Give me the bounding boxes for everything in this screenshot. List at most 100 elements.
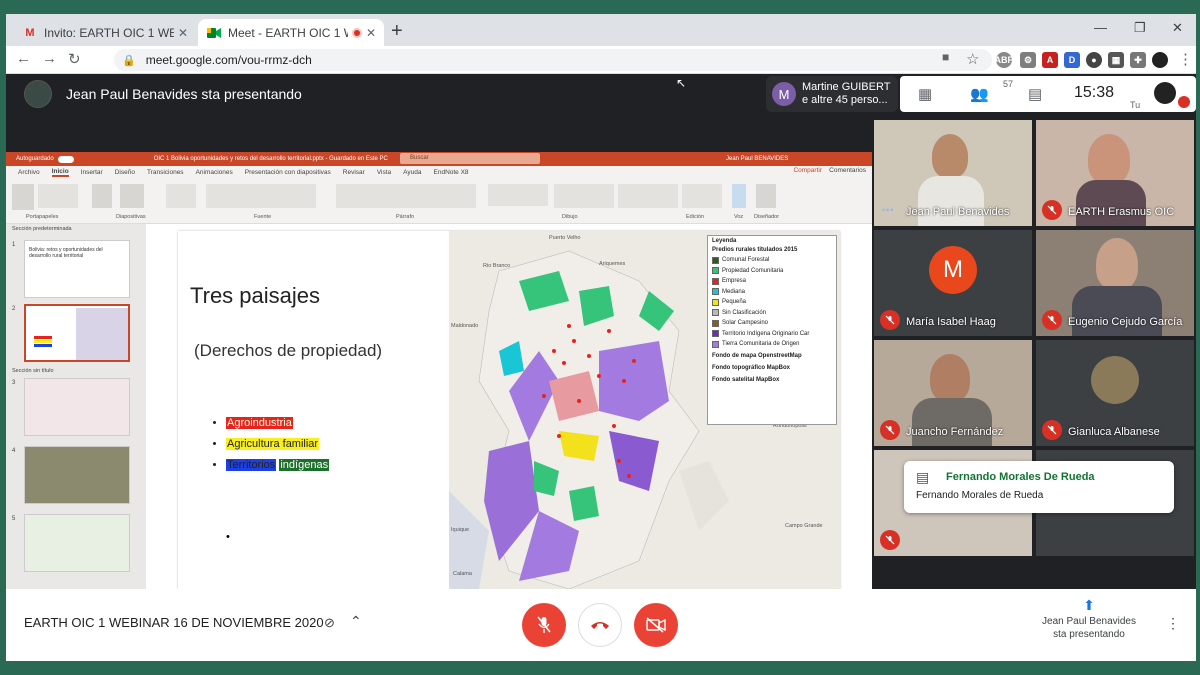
participant-tile[interactable]: Eugenio Cejudo García <box>1036 230 1194 336</box>
shape-fill-buttons[interactable] <box>618 184 678 208</box>
video-feed <box>932 134 968 178</box>
slide-thumbnail-selected[interactable] <box>24 304 130 362</box>
muted-icon <box>880 310 900 330</box>
paragraph-controls[interactable] <box>336 184 476 208</box>
legend-swatch <box>712 267 719 275</box>
join-notification[interactable]: M Martine GUIBERT e altre 45 perso... <box>766 76 898 112</box>
more-options-icon[interactable]: ⋮ <box>1166 615 1180 632</box>
participant-tile[interactable]: ••• Jean Paul Benavides <box>874 120 1032 226</box>
camera-off-button[interactable] <box>634 603 678 647</box>
chat-icon: ▤ <box>916 469 930 485</box>
autosave-toggle[interactable] <box>57 155 74 163</box>
reload-icon[interactable]: ↻ <box>68 50 81 68</box>
designer-icon[interactable] <box>756 184 776 208</box>
comments-button[interactable]: Comentarios <box>829 167 866 174</box>
participant-tile[interactable]: Gianluca Albanese <box>1036 340 1194 446</box>
legend-swatch <box>712 319 719 327</box>
close-window-icon[interactable]: ✕ <box>1172 20 1183 36</box>
participant-tile[interactable]: Juancho Fernández <box>874 340 1032 446</box>
grid-icon[interactable]: ▦ <box>1108 52 1124 68</box>
leave-call-button[interactable] <box>578 603 622 647</box>
slide-thumbnail[interactable]: Bolivia: retos y oportunidades del desar… <box>24 240 130 298</box>
edit-buttons[interactable] <box>682 184 722 208</box>
new-slide-icon[interactable] <box>92 184 112 208</box>
chevron-up-icon[interactable]: ⌃ <box>350 613 362 630</box>
people-icon[interactable]: 👥 <box>970 85 989 103</box>
slide-thumbnail[interactable] <box>24 378 130 436</box>
legend-basemap: Fondo satelital MapBox <box>712 376 780 383</box>
dictate-icon[interactable] <box>732 184 746 208</box>
participant-tile[interactable]: M María Isabel Haag <box>874 230 1032 336</box>
present-screen-icon: ⬆ <box>1083 597 1095 613</box>
color-icon[interactable]: ● <box>1086 52 1102 68</box>
gmail-icon: M <box>25 26 35 39</box>
close-tab-icon[interactable]: ✕ <box>366 26 376 40</box>
back-icon[interactable]: ← <box>16 50 31 67</box>
layout-off-icon[interactable]: ▦ <box>918 85 932 103</box>
star-icon[interactable]: ☆ <box>966 50 979 68</box>
presentation-status[interactable]: ⬆ Jean Paul Benavides sta presentando <box>1034 597 1144 641</box>
tab-archivo[interactable]: Archivo <box>18 169 40 176</box>
pdf-icon[interactable]: A <box>1042 52 1058 68</box>
tab-animaciones[interactable]: Animaciones <box>196 169 233 176</box>
tab-insertar[interactable]: Insertar <box>81 169 103 176</box>
address-bar[interactable]: 🔒 meet.google.com/vou-rrmz-dch <box>114 49 992 71</box>
url-text: meet.google.com/vou-rrmz-dch <box>145 53 312 67</box>
current-slide: Tres paisajes (Derechos de propiedad) Ag… <box>178 231 840 589</box>
video-feed <box>1076 180 1146 226</box>
slide-number: 3 <box>12 380 16 386</box>
participant-tile[interactable]: EARTH Erasmus OIC <box>1036 120 1194 226</box>
legend-swatch <box>712 330 719 338</box>
menu-icon[interactable]: ⋮ <box>1178 50 1193 68</box>
legend-label: Territorio Indígena Originario Car <box>722 330 810 337</box>
video-feed <box>1072 286 1162 336</box>
chat-sender: Fernando Morales De Rueda <box>946 471 1095 483</box>
extension-icon[interactable]: ⚙ <box>1020 52 1036 68</box>
minimize-icon[interactable]: — <box>1094 20 1107 35</box>
legend-swatch <box>712 277 719 285</box>
maximize-icon[interactable]: ❐ <box>1134 20 1146 36</box>
chat-notification[interactable]: ▤ Fernando Morales De Rueda Fernando Mor… <box>904 461 1174 513</box>
self-avatar[interactable] <box>1154 82 1176 104</box>
slide-thumbnail[interactable] <box>24 446 130 504</box>
font-controls[interactable] <box>206 184 316 208</box>
tab-inicio[interactable]: Inicio <box>51 168 69 177</box>
tab-ayuda[interactable]: Ayuda <box>403 169 421 176</box>
profile-icon[interactable] <box>1152 52 1168 68</box>
tab-transiciones[interactable]: Transiciones <box>147 169 184 176</box>
paste-icon[interactable] <box>12 184 34 210</box>
meet-icon <box>206 25 222 41</box>
microphone-off-button[interactable] <box>522 603 566 647</box>
docs-icon[interactable]: D <box>1064 52 1080 68</box>
muted-icon <box>1042 200 1062 220</box>
camera-icon[interactable]: ■ <box>942 50 949 64</box>
slide-subtitle: (Derechos de propiedad) <box>194 341 383 360</box>
shapes-gallery[interactable] <box>488 184 548 206</box>
attachment-icon[interactable]: ⊘ <box>324 615 335 631</box>
reuse-slides-icon[interactable] <box>120 184 144 208</box>
tab-gmail-invite[interactable]: M Invito: EARTH OIC 1 WEBINAR 16 ✕ <box>14 19 196 46</box>
tab-vista[interactable]: Vista <box>377 169 391 176</box>
layout-buttons[interactable] <box>166 184 196 208</box>
close-tab-icon[interactable]: ✕ <box>178 26 188 40</box>
adblock-icon[interactable]: ABP <box>995 52 1014 68</box>
tab-meet[interactable]: Meet - EARTH OIC 1 WEBINAR ✕ <box>198 19 384 46</box>
lock-icon: 🔒 <box>122 54 136 67</box>
arrange-buttons[interactable] <box>554 184 614 208</box>
new-tab-button[interactable]: + <box>391 20 403 43</box>
clipboard-buttons[interactable] <box>38 184 78 208</box>
share-button[interactable]: Compartir <box>793 167 822 174</box>
tab-presentacion[interactable]: Presentación con diapositivas <box>245 169 331 176</box>
meeting-title[interactable]: EARTH OIC 1 WEBINAR 16 DE NOVIEMBRE 2020 <box>24 615 324 630</box>
map-legend: Leyenda Predios rurales titulados 2015 C… <box>707 235 837 425</box>
ppt-search[interactable]: Buscar <box>400 153 540 164</box>
puzzle-icon[interactable]: ✚ <box>1130 52 1146 68</box>
forward-icon[interactable]: → <box>42 50 57 67</box>
tab-revisar[interactable]: Revisar <box>343 169 365 176</box>
participant-name: EARTH Erasmus OIC <box>1068 206 1175 218</box>
tab-endnote[interactable]: EndNote X8 <box>434 169 469 176</box>
chat-icon[interactable]: ▤ <box>1028 85 1042 103</box>
tab-diseno[interactable]: Diseño <box>115 169 135 176</box>
bullet-text: Agricultura familiar <box>226 438 320 450</box>
slide-thumbnail[interactable] <box>24 514 130 572</box>
